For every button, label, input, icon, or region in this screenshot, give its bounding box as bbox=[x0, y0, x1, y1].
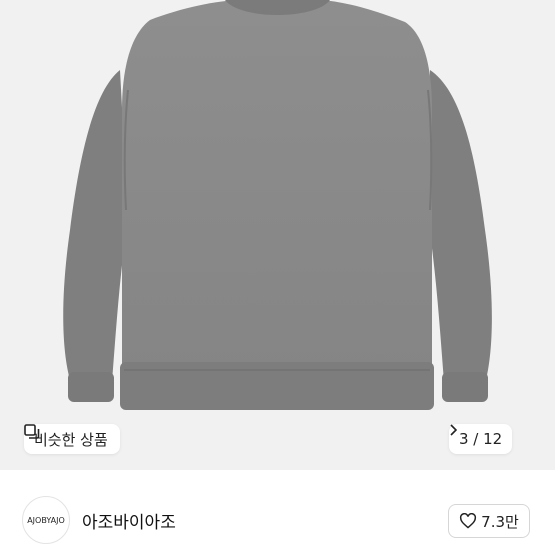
similar-items-icon bbox=[24, 424, 40, 439]
seller-avatar[interactable]: AJOBYAJO bbox=[22, 496, 70, 544]
seller-name[interactable]: 아조바이아조 bbox=[82, 508, 176, 533]
similar-items-button[interactable]: 비슷한 상품 bbox=[24, 424, 120, 454]
sweatshirt-illustration bbox=[63, 0, 492, 410]
heart-outline-icon bbox=[460, 513, 477, 529]
like-button[interactable]: 7.3만 bbox=[448, 504, 530, 538]
chevron-right-icon bbox=[450, 424, 457, 436]
like-count: 7.3만 bbox=[481, 512, 519, 531]
product-image[interactable]: 비슷한 상품 3 / 12 bbox=[0, 0, 555, 470]
similar-items-label: 비슷한 상품 bbox=[34, 430, 108, 449]
image-counter-text: 3 / 12 bbox=[459, 430, 503, 448]
image-counter[interactable]: 3 / 12 bbox=[449, 424, 513, 454]
seller-avatar-text: AJOBYAJO bbox=[27, 515, 65, 525]
